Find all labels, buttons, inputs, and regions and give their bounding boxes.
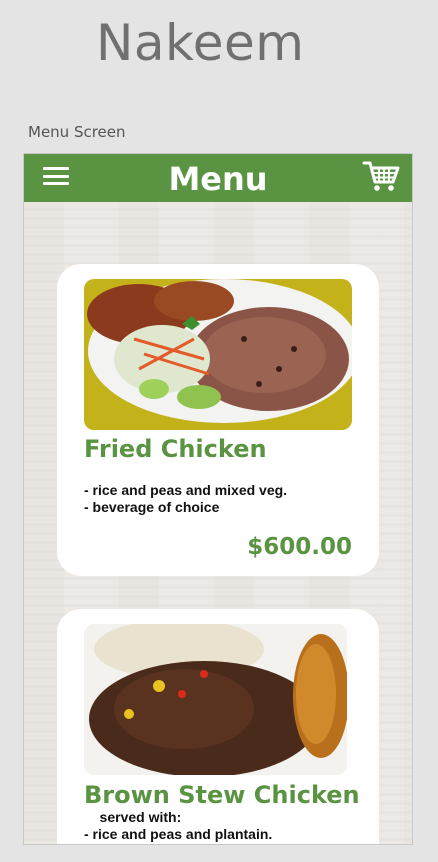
dish-detail-line: - beverage of choice (84, 499, 220, 515)
phone-frame: Menu Fried Chicken - rice and peas and m… (23, 153, 413, 845)
dish-name: Brown Stew Chicken (84, 781, 360, 809)
dish-price: $600.00 (247, 534, 352, 560)
menu-item-card[interactable]: Brown Stew Chicken served with: - rice a… (57, 609, 379, 844)
dish-detail-line: - rice and peas and plantain. (84, 826, 273, 842)
menu-item-card[interactable]: Fried Chicken - rice and peas and mixed … (57, 264, 379, 576)
dish-detail-line: served with: (84, 809, 182, 825)
app-title: Nakeem (96, 14, 305, 72)
brown-stew-chicken-image (84, 624, 347, 775)
dish-name: Fried Chicken (84, 435, 267, 463)
shopping-cart-icon[interactable] (362, 159, 400, 193)
dish-detail-line: - rice and peas and mixed veg. (84, 482, 288, 498)
fried-chicken-image (84, 279, 352, 430)
dish-details: - rice and peas and mixed veg. - beverag… (84, 482, 287, 516)
top-bar: Menu (24, 154, 412, 202)
dish-details: served with: - rice and peas and plantai… (84, 809, 272, 843)
page-title: Menu (168, 160, 268, 198)
screen-label: Menu Screen (28, 123, 126, 141)
